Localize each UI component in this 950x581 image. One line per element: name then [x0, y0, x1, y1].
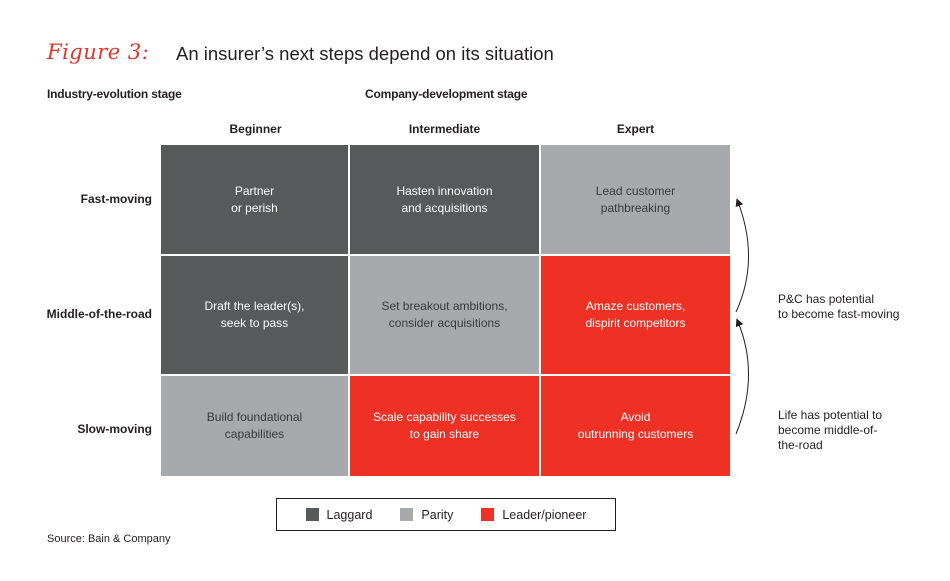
- legend-label: Laggard: [326, 507, 373, 522]
- arrow-pc-up: [735, 198, 749, 313]
- annotation-pc: P&C has potential to become fast-moving: [778, 292, 899, 322]
- legend-label: Leader/pioneer: [502, 507, 587, 522]
- column-header-beginner: Beginner: [229, 122, 282, 136]
- arrow-life-up: [735, 318, 749, 435]
- matrix-cell: Draft the leader(s), seek to pass: [161, 256, 348, 374]
- annotation-line: P&C has potential: [778, 292, 875, 306]
- matrix-cell: Set breakout ambitions, consider acquisit…: [350, 256, 539, 374]
- matrix-cell: Lead customer pathbreaking: [541, 145, 730, 254]
- column-header-expert: Expert: [616, 122, 655, 136]
- legend-swatch-leader: [481, 508, 495, 521]
- cell-text-line: Build foundational: [206, 410, 303, 424]
- matrix-cell: Build foundational capabilities: [161, 376, 348, 476]
- legend-item-parity: Parity: [400, 508, 453, 522]
- legend-label: Parity: [421, 507, 454, 522]
- legend-swatch-laggard: [305, 508, 319, 521]
- figure-title: An insurer’s next steps depend on its si…: [176, 43, 554, 64]
- annotation-life: Life has potential to become middle-of- …: [778, 408, 882, 453]
- matrix-cell: Partner or perish: [161, 145, 348, 254]
- cell-text-line: Amaze customers,: [585, 299, 686, 313]
- figure-label: Figure 3:: [47, 40, 150, 64]
- column-header-intermediate: Intermediate: [408, 122, 481, 136]
- cell-text-line: seek to pass: [220, 316, 289, 330]
- cell-text-line: Partner: [234, 183, 275, 198]
- legend-item-leader: Leader/pioneer: [481, 508, 586, 522]
- cell-text-line: Scale capability successes: [373, 410, 516, 424]
- cell-text-line: Draft the leader(s),: [204, 299, 305, 313]
- legend-swatch-parity: [400, 508, 414, 521]
- cell-text-line: Lead customer: [595, 183, 676, 198]
- cell-text-line: pathbreaking: [600, 200, 671, 215]
- cell-text-line: and acquisitions: [401, 200, 488, 215]
- cell-text-line: Hasten innovation: [396, 183, 493, 198]
- cell-text-line: dispirit competitors: [585, 316, 686, 330]
- cell-text-line: to gain share: [409, 427, 480, 441]
- column-axis-title: Company-development stage: [365, 87, 528, 101]
- matrix-cell: Avoid outrunning customers: [541, 376, 730, 476]
- annotation-line: become middle-of-: [778, 423, 878, 437]
- row-header-slow-moving: Slow-moving: [77, 422, 152, 436]
- cell-text-line: Set breakout ambitions,: [381, 299, 508, 313]
- cell-text-line: outrunning customers: [577, 427, 694, 441]
- cell-text-line: consider acquisitions: [388, 316, 501, 330]
- cell-text-line: or perish: [231, 200, 278, 215]
- row-header-fast-moving: Fast-moving: [80, 192, 152, 206]
- cell-text-line: capabilities: [224, 427, 285, 441]
- cell-text-line: Avoid: [620, 410, 651, 424]
- matrix-cell: Scale capability successes to gain share: [350, 376, 539, 476]
- row-axis-title: Industry-evolution stage: [47, 87, 182, 101]
- annotation-line: Life has potential to: [778, 408, 883, 422]
- transition-arrows: [735, 198, 749, 435]
- annotation-line: to become fast-moving: [778, 307, 900, 321]
- annotation-line: the-road: [778, 438, 823, 452]
- matrix-cell: Hasten innovation and acquisitions: [350, 145, 539, 254]
- matrix-cell: Amaze customers, dispirit competitors: [541, 256, 730, 374]
- legend: Laggard Parity Leader/pioneer: [276, 498, 616, 531]
- source-note: Source: Bain & Company: [47, 533, 171, 545]
- row-header-middle-of-the-road: Middle-of-the-road: [46, 307, 152, 321]
- legend-item-laggard: Laggard: [305, 507, 373, 522]
